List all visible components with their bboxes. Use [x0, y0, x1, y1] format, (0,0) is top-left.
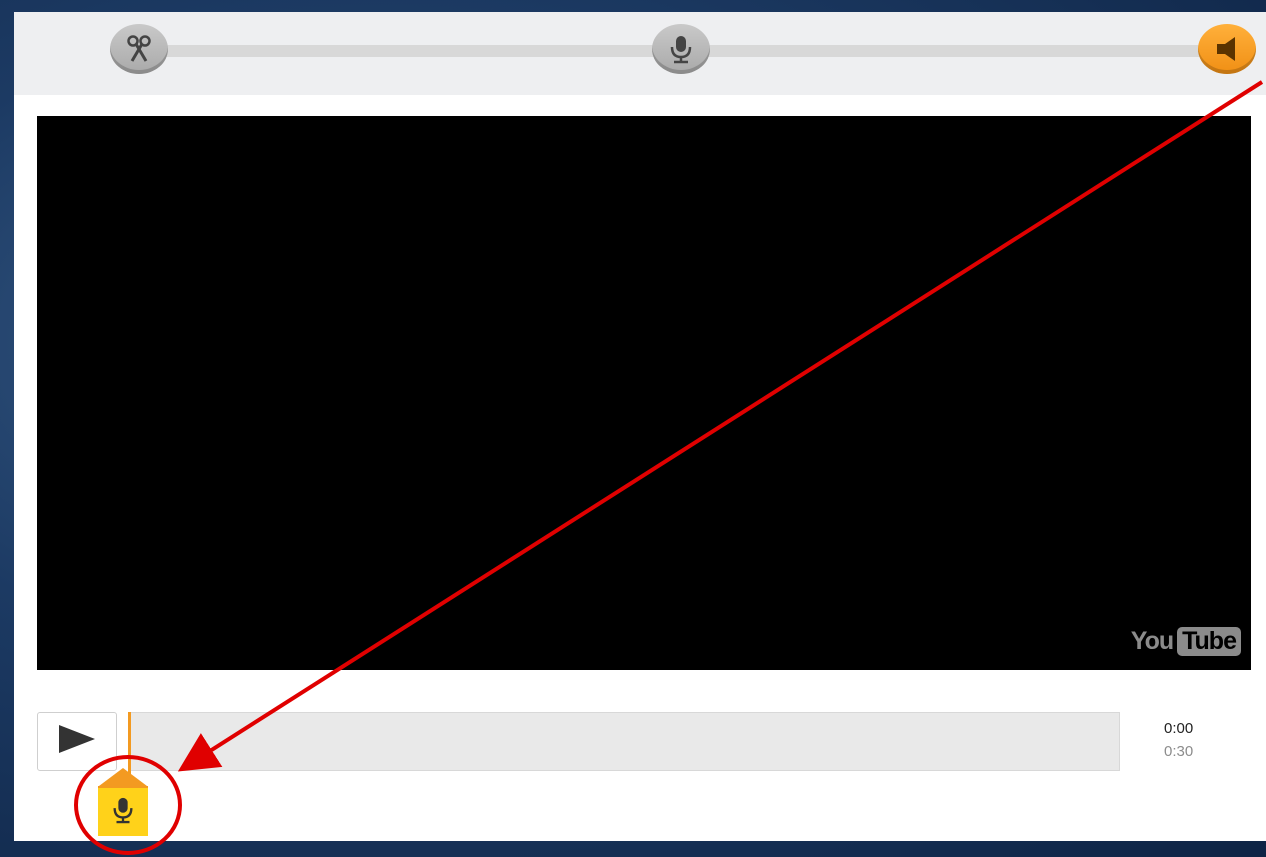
current-time: 0:00: [1164, 720, 1194, 737]
youtube-logo-tube: Tube: [1177, 627, 1241, 656]
voiceover-marker[interactable]: [98, 768, 148, 836]
audio-timeline[interactable]: [130, 712, 1120, 771]
trim-step-button[interactable]: [110, 24, 168, 74]
microphone-icon: [667, 34, 695, 64]
video-player[interactable]: You Tube: [37, 116, 1251, 670]
marker-body: [98, 786, 148, 836]
play-button[interactable]: [37, 712, 117, 771]
scissors-icon: [124, 34, 154, 64]
youtube-logo-you: You: [1130, 627, 1174, 655]
marker-pointer: [99, 768, 147, 786]
youtube-logo: You Tube: [1131, 627, 1241, 656]
speaker-icon: [1213, 35, 1241, 63]
microphone-icon: [110, 796, 136, 829]
sound-step-button[interactable]: [1198, 24, 1256, 74]
record-step-button[interactable]: [652, 24, 710, 74]
play-icon: [57, 724, 97, 759]
total-duration: 0:30: [1164, 743, 1194, 760]
editor-window: You Tube 0:00 0:30: [14, 12, 1266, 841]
step-navigation-bar: [14, 12, 1266, 95]
